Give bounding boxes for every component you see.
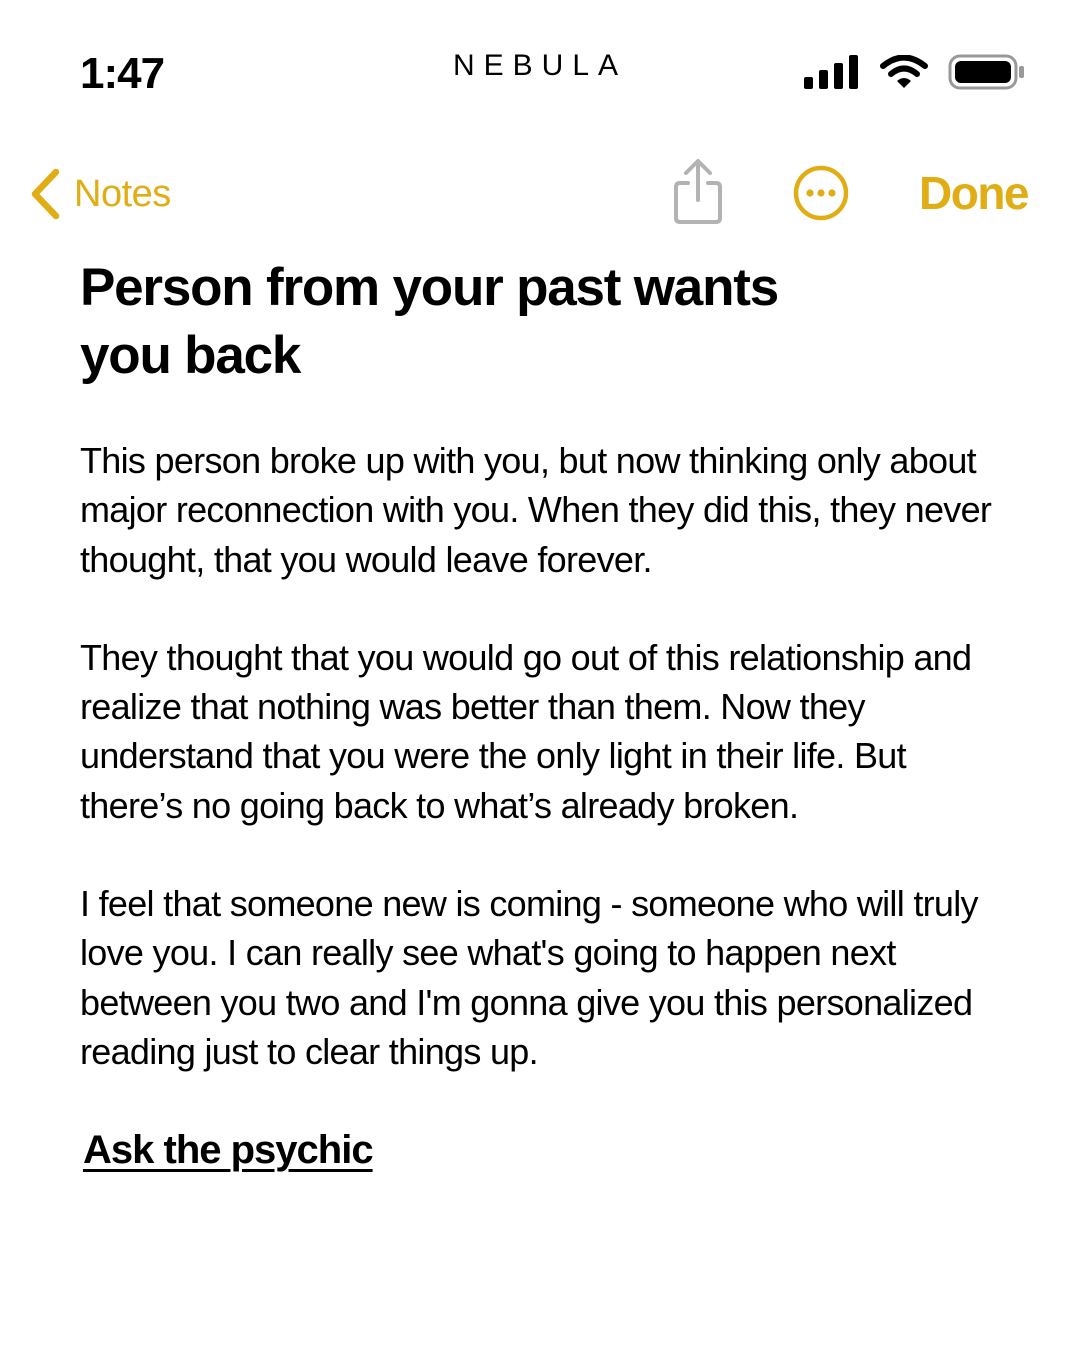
done-button[interactable]: Done <box>919 164 1030 222</box>
more-icon <box>793 165 849 221</box>
chevron-left-icon <box>31 168 60 220</box>
back-button[interactable]: Notes <box>28 162 171 226</box>
note-title: Person from your past wants you back <box>80 258 779 385</box>
share-icon <box>674 159 722 224</box>
nav-bar: Notes Done <box>0 150 1080 240</box>
status-icons <box>804 52 1026 92</box>
note-paragraph-3: I feel that someone new is coming - some… <box>80 883 979 1072</box>
status-bar: 1:47 NEBULA <box>0 0 1080 120</box>
wifi-icon <box>880 55 928 88</box>
battery-icon <box>948 54 1024 90</box>
ask-psychic-link[interactable]: Ask the psychic <box>83 1124 374 1176</box>
note-paragraph-2: They thought that you would go out of th… <box>80 636 972 826</box>
note-content: Person from your past wants you back Thi… <box>80 254 1010 1176</box>
signal-icon <box>804 55 858 89</box>
note-paragraph-1: This person broke up with you, but now t… <box>80 440 992 580</box>
back-label: Notes <box>74 172 171 215</box>
more-button[interactable] <box>790 162 852 224</box>
share-button[interactable] <box>668 156 728 226</box>
